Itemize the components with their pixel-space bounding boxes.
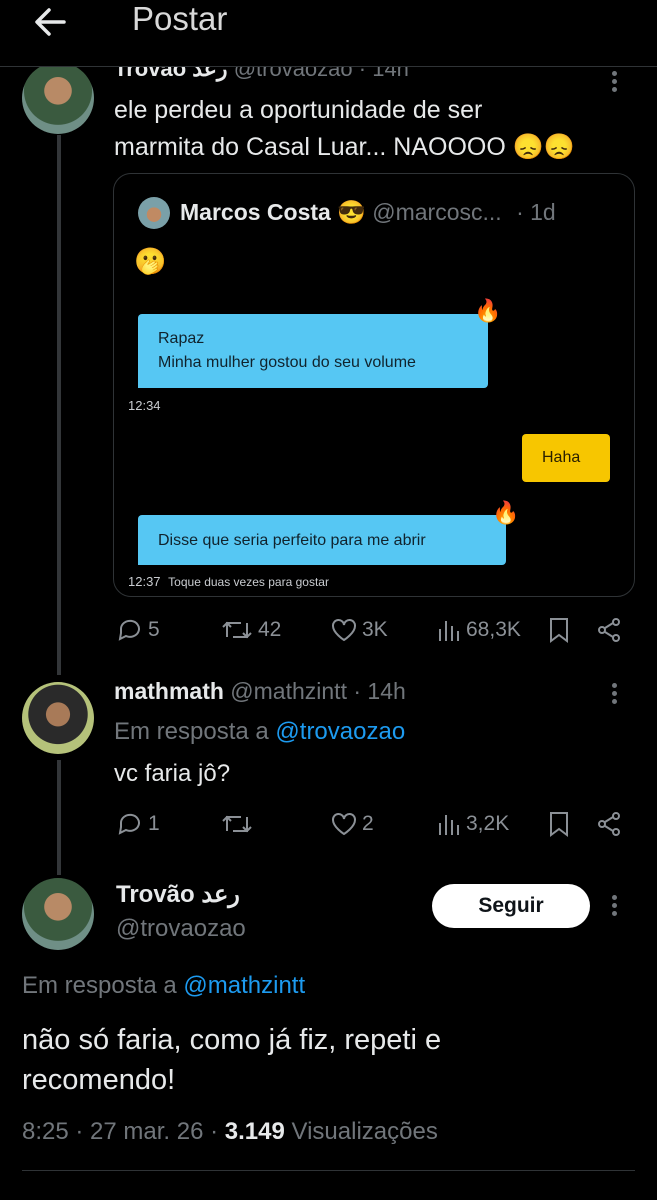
- views-label: Visualizações: [291, 1118, 438, 1145]
- author-name[interactable]: mathmath: [114, 678, 224, 704]
- more-options-icon[interactable]: [612, 680, 617, 707]
- thread-connector: [57, 135, 61, 675]
- avatar[interactable]: [22, 62, 94, 134]
- chat-message-received: Rapaz Minha mulher gostou do seu volume: [138, 314, 488, 388]
- tweet-text: não só faria, como já fiz, repeti e reco…: [22, 1024, 442, 1096]
- share-icon: [598, 812, 620, 836]
- views-icon: [439, 815, 459, 835]
- more-options-icon[interactable]: [612, 892, 617, 919]
- avatar[interactable]: [22, 878, 94, 950]
- views-icon: [439, 621, 459, 641]
- quoted-tweet-time: · 1d: [516, 199, 556, 225]
- fire-reaction-icon: 🔥: [474, 298, 502, 323]
- tweet-text: ele perdeu a oportunidade de ser marmita…: [114, 96, 575, 161]
- author-handle[interactable]: @trovaozao: [116, 915, 246, 943]
- tweet-meta: 8:25 · 27 mar. 26 · 3.149 Visualizações: [22, 1118, 438, 1146]
- avatar: [138, 197, 170, 229]
- divider: [22, 1170, 635, 1171]
- follow-button[interactable]: Seguir: [432, 884, 590, 928]
- author-handle[interactable]: @mathzintt: [230, 678, 347, 704]
- more-options-icon[interactable]: [612, 68, 617, 95]
- avatar[interactable]: [22, 682, 94, 754]
- heart-icon: [332, 813, 356, 836]
- tweet-text: vc faria jô?: [114, 760, 231, 787]
- reply-context: Em resposta a @mathzintt: [22, 972, 306, 999]
- share-icon: [598, 618, 620, 642]
- retweet-button[interactable]: 42: [220, 617, 281, 643]
- author-name[interactable]: Trovão رعد: [116, 880, 240, 909]
- bookmark-icon: [550, 812, 568, 837]
- reply-to-link[interactable]: @trovaozao: [275, 718, 405, 745]
- reply-icon: [118, 619, 140, 641]
- fire-reaction-icon: 🔥: [492, 500, 520, 525]
- heart-icon: [332, 619, 356, 642]
- thread-connector: [57, 760, 61, 875]
- chat-timestamp: 12:37 Toque duas vezes para gostar: [128, 574, 329, 589]
- quoted-tweet-emoji: 🫢: [134, 246, 167, 276]
- reply-button[interactable]: 1: [116, 811, 160, 837]
- top-bar: Postar: [0, 0, 657, 67]
- reply-icon: [118, 813, 140, 835]
- views-button[interactable]: 3,2K: [436, 811, 509, 837]
- share-button[interactable]: [596, 811, 622, 837]
- quoted-tweet[interactable]: Marcos Costa 😎 @marcosc... · 1d 🫢 Rapaz …: [113, 173, 635, 597]
- like-button[interactable]: 3K: [330, 617, 388, 643]
- views-count: 3.149: [224, 1118, 285, 1145]
- retweet-icon: [222, 621, 252, 639]
- quoted-author-handle: @marcosc...: [372, 199, 502, 225]
- chat-message-received: Disse que seria perfeito para me abrir: [138, 515, 506, 565]
- like-button[interactable]: 2: [330, 811, 374, 837]
- share-button[interactable]: [596, 617, 622, 643]
- reply-to-link[interactable]: @mathzintt: [183, 972, 305, 999]
- bookmark-button[interactable]: [548, 811, 570, 837]
- page-title: Postar: [132, 0, 228, 37]
- tweet-timestamp: 8:25 · 27 mar. 26 ·: [22, 1118, 219, 1145]
- reply-button[interactable]: 5: [116, 617, 160, 643]
- retweet-button[interactable]: [220, 811, 258, 837]
- quoted-author-name: Marcos Costa 😎: [180, 199, 366, 225]
- reply-context: Em resposta a @trovaozao: [114, 718, 406, 745]
- bookmark-icon: [550, 618, 568, 643]
- bookmark-button[interactable]: [548, 617, 570, 643]
- tweet-time: · 14h: [353, 678, 406, 704]
- back-arrow-icon[interactable]: [32, 4, 72, 40]
- chat-timestamp: 12:34: [128, 398, 161, 413]
- views-button[interactable]: 68,3K: [436, 617, 521, 643]
- retweet-icon: [222, 815, 252, 833]
- chat-message-sent: Haha: [522, 434, 610, 482]
